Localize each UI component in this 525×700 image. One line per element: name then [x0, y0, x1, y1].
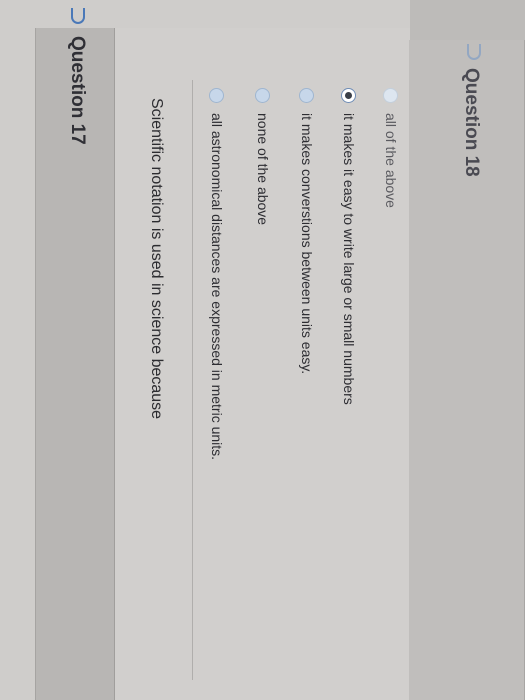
question-17-header: Question 17: [35, 28, 115, 700]
option-3-label: it makes converstions between units easy…: [299, 113, 315, 375]
option-4[interactable]: it makes it easy to write large or small…: [341, 88, 357, 405]
radio-option-4-selected[interactable]: [341, 88, 357, 103]
margin: [410, 0, 525, 40]
radio-option-1[interactable]: [209, 88, 225, 103]
option-1-label: all astronomical distances are expressed…: [209, 113, 225, 461]
question-17-title: Question 17: [67, 36, 88, 145]
option-4-label: it makes it easy to write large or small…: [341, 113, 357, 405]
flag-question-icon[interactable]: [71, 8, 85, 24]
radio-option-5[interactable]: [383, 88, 399, 103]
option-5-label: all of the above: [383, 113, 399, 208]
quiz-screen: Scientific notation is used in science b…: [0, 0, 525, 700]
flag-question-icon[interactable]: [467, 44, 481, 60]
question-18-header: Question 18: [409, 40, 525, 700]
radio-option-3[interactable]: [299, 88, 315, 103]
option-2-label: none of the above: [255, 113, 271, 226]
question-prompt: Scientific notation is used in science b…: [148, 98, 165, 420]
question-18-title: Question 18: [461, 68, 482, 177]
divider: [192, 80, 193, 680]
option-5[interactable]: all of the above: [383, 88, 399, 208]
option-1[interactable]: all astronomical distances are expressed…: [209, 88, 225, 460]
option-2[interactable]: none of the above: [255, 88, 271, 225]
radio-option-2[interactable]: [255, 88, 271, 103]
option-3[interactable]: it makes converstions between units easy…: [299, 88, 315, 374]
